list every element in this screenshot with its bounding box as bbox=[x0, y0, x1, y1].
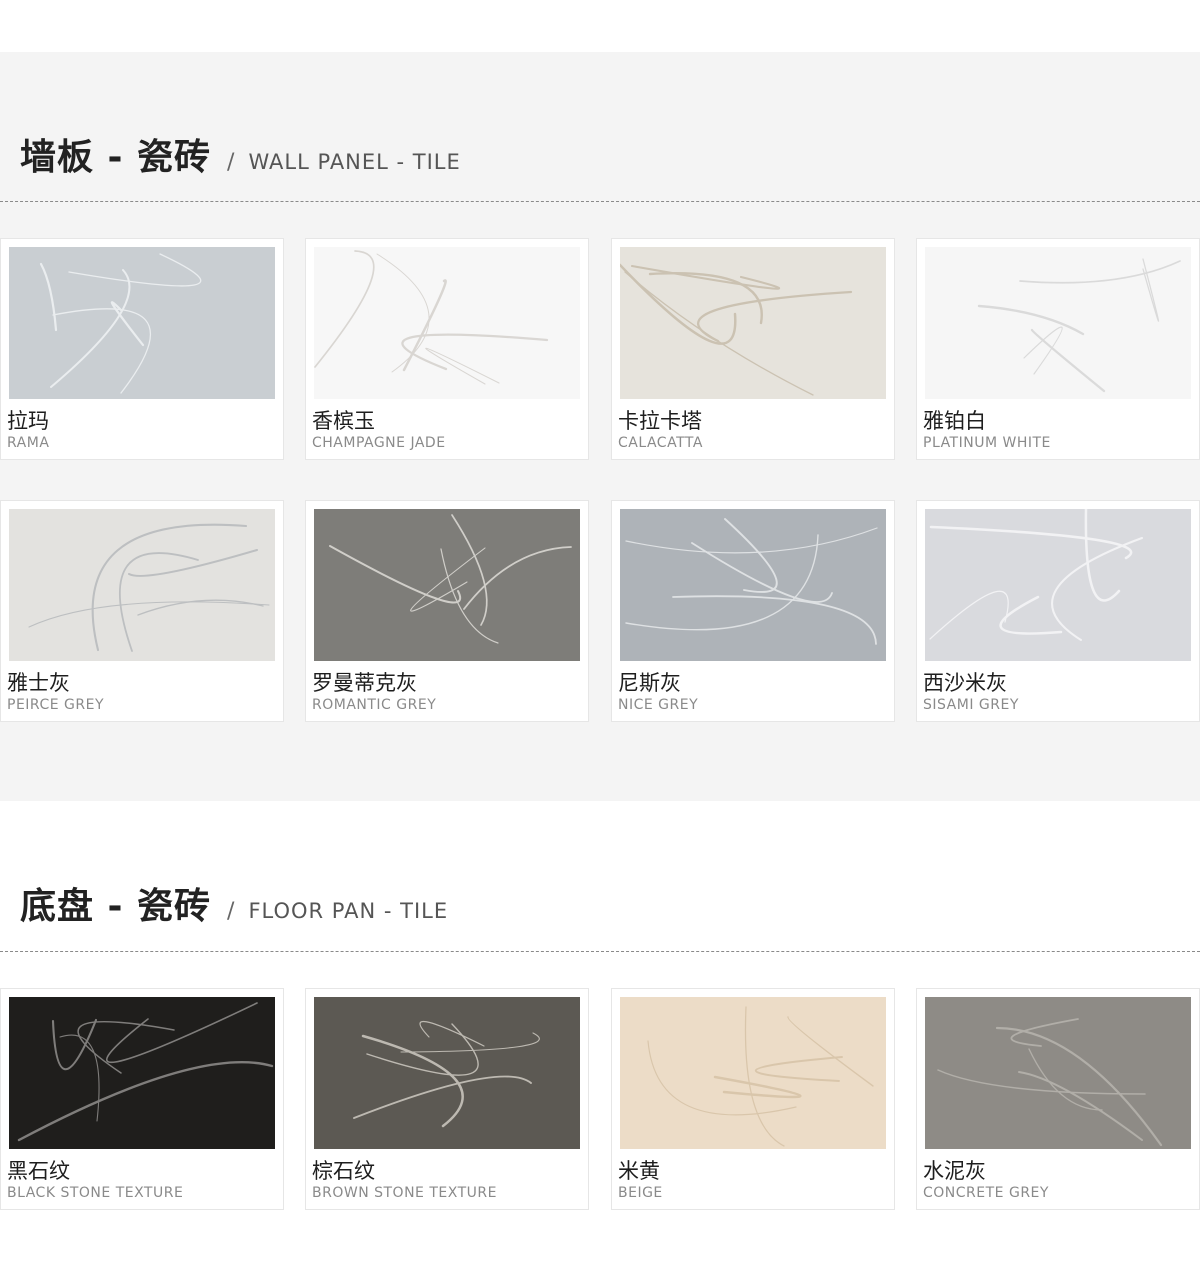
tile-name-cn: 水泥灰 bbox=[923, 1159, 986, 1183]
tile-name-en: CHAMPAGNE JADE bbox=[312, 435, 446, 451]
tile-name-en: BROWN STONE TEXTURE bbox=[312, 1185, 497, 1201]
tile-card[interactable]: 罗曼蒂克灰 ROMANTIC GREY bbox=[305, 500, 589, 722]
tile-name-en: ROMANTIC GREY bbox=[312, 697, 437, 713]
tile-swatch-image bbox=[9, 247, 275, 399]
tile-name-en: CONCRETE GREY bbox=[923, 1185, 1049, 1201]
tile-name-cn: 卡拉卡塔 bbox=[618, 409, 702, 433]
tile-name-en: PLATINUM WHITE bbox=[923, 435, 1051, 451]
tile-name-cn: 雅铂白 bbox=[923, 409, 986, 433]
tile-card[interactable]: 水泥灰 CONCRETE GREY bbox=[916, 988, 1200, 1210]
tile-swatch-image bbox=[925, 247, 1191, 399]
tile-swatch-image bbox=[9, 997, 275, 1149]
tile-name-en: NICE GREY bbox=[618, 697, 699, 713]
tile-swatch-image bbox=[620, 509, 886, 661]
tile-card[interactable]: 棕石纹 BROWN STONE TEXTURE bbox=[305, 988, 589, 1210]
title-separator: / bbox=[227, 150, 235, 175]
floor-pan-section: 底盘 - 瓷砖 / FLOOR PAN - TILE 黑石纹 BLACK STONE … bbox=[0, 801, 1200, 1275]
tile-card[interactable]: 西沙米灰 SISAMI GREY bbox=[916, 500, 1200, 722]
tile-name-en: CALACATTA bbox=[618, 435, 703, 451]
tile-name-cn: 雅士灰 bbox=[7, 671, 70, 695]
tile-card[interactable]: 雅士灰 PEIRCE GREY bbox=[0, 500, 284, 722]
floor-pan-heading: 底盘 - 瓷砖 / FLOOR PAN - TILE bbox=[20, 877, 448, 929]
tile-name-en: PEIRCE GREY bbox=[7, 697, 104, 713]
section-divider bbox=[0, 201, 1200, 202]
tile-card[interactable]: 黑石纹 BLACK STONE TEXTURE bbox=[0, 988, 284, 1210]
tile-name-cn: 黑石纹 bbox=[7, 1159, 70, 1183]
tile-name-cn: 香槟玉 bbox=[312, 409, 375, 433]
tile-card[interactable]: 雅铂白 PLATINUM WHITE bbox=[916, 238, 1200, 460]
tile-name-cn: 拉玛 bbox=[7, 409, 49, 433]
wall-panel-title-en: WALL PANEL - TILE bbox=[248, 150, 461, 174]
wall-panel-heading: 墙板 - 瓷砖 / WALL PANEL - TILE bbox=[20, 128, 461, 180]
tile-swatch-image bbox=[314, 247, 580, 399]
floor-pan-title-en: FLOOR PAN - TILE bbox=[248, 899, 449, 923]
title-separator: / bbox=[227, 899, 235, 924]
tile-name-en: RAMA bbox=[7, 435, 50, 451]
tile-card[interactable]: 尼斯灰 NICE GREY bbox=[611, 500, 895, 722]
tile-name-cn: 尼斯灰 bbox=[618, 671, 681, 695]
tile-name-en: BEIGE bbox=[618, 1185, 663, 1201]
wall-panel-section: 墙板 - 瓷砖 / WALL PANEL - TILE 拉玛 RAMA 香槟玉 CHAM… bbox=[0, 52, 1200, 801]
tile-swatch-image bbox=[620, 997, 886, 1149]
tile-swatch-image bbox=[925, 509, 1191, 661]
tile-name-en: SISAMI GREY bbox=[923, 697, 1019, 713]
tile-card[interactable]: 米黄 BEIGE bbox=[611, 988, 895, 1210]
tile-swatch-image bbox=[314, 997, 580, 1149]
wall-panel-title-cn: 墙板 - 瓷砖 bbox=[20, 137, 212, 178]
tile-name-en: BLACK STONE TEXTURE bbox=[7, 1185, 184, 1201]
tile-card[interactable]: 卡拉卡塔 CALACATTA bbox=[611, 238, 895, 460]
tile-name-cn: 西沙米灰 bbox=[923, 671, 1007, 695]
tile-card[interactable]: 香槟玉 CHAMPAGNE JADE bbox=[305, 238, 589, 460]
tile-swatch-image bbox=[620, 247, 886, 399]
tile-swatch-image bbox=[314, 509, 580, 661]
tile-swatch-image bbox=[925, 997, 1191, 1149]
tile-swatch-image bbox=[9, 509, 275, 661]
tile-name-cn: 罗曼蒂克灰 bbox=[312, 671, 417, 695]
floor-pan-title-cn: 底盘 - 瓷砖 bbox=[20, 886, 212, 927]
tile-name-cn: 棕石纹 bbox=[312, 1159, 375, 1183]
tile-card[interactable]: 拉玛 RAMA bbox=[0, 238, 284, 460]
tile-name-cn: 米黄 bbox=[618, 1159, 660, 1183]
section-divider bbox=[0, 951, 1200, 952]
